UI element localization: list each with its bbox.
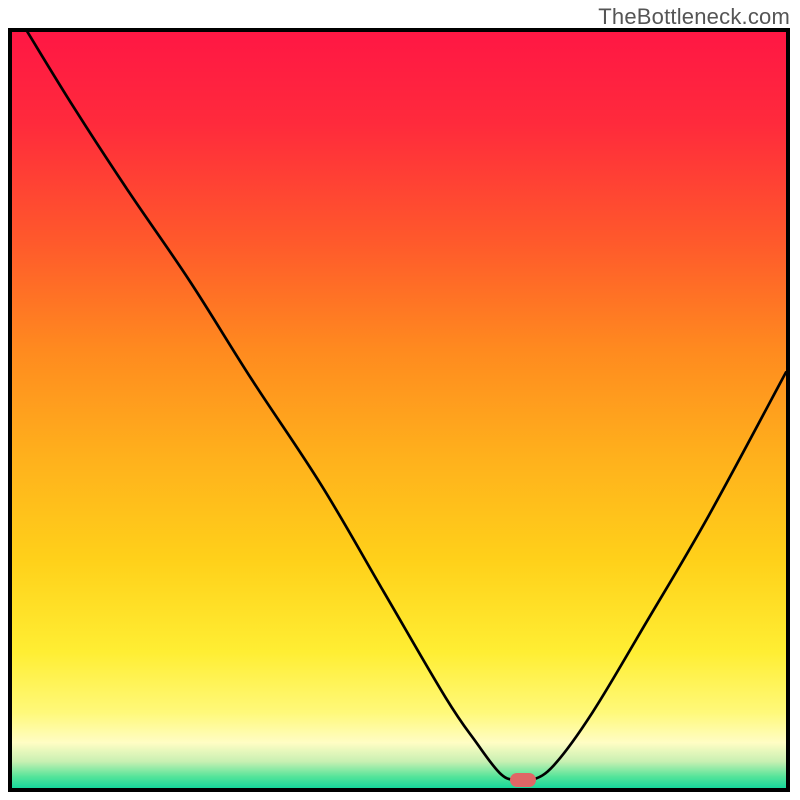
- plot-frame: [8, 28, 790, 792]
- chart-background: [12, 32, 786, 788]
- plot-area: [12, 32, 786, 788]
- optimal-marker: [510, 773, 536, 787]
- watermark-text: TheBottleneck.com: [598, 4, 790, 30]
- chart-container: TheBottleneck.com: [0, 0, 800, 800]
